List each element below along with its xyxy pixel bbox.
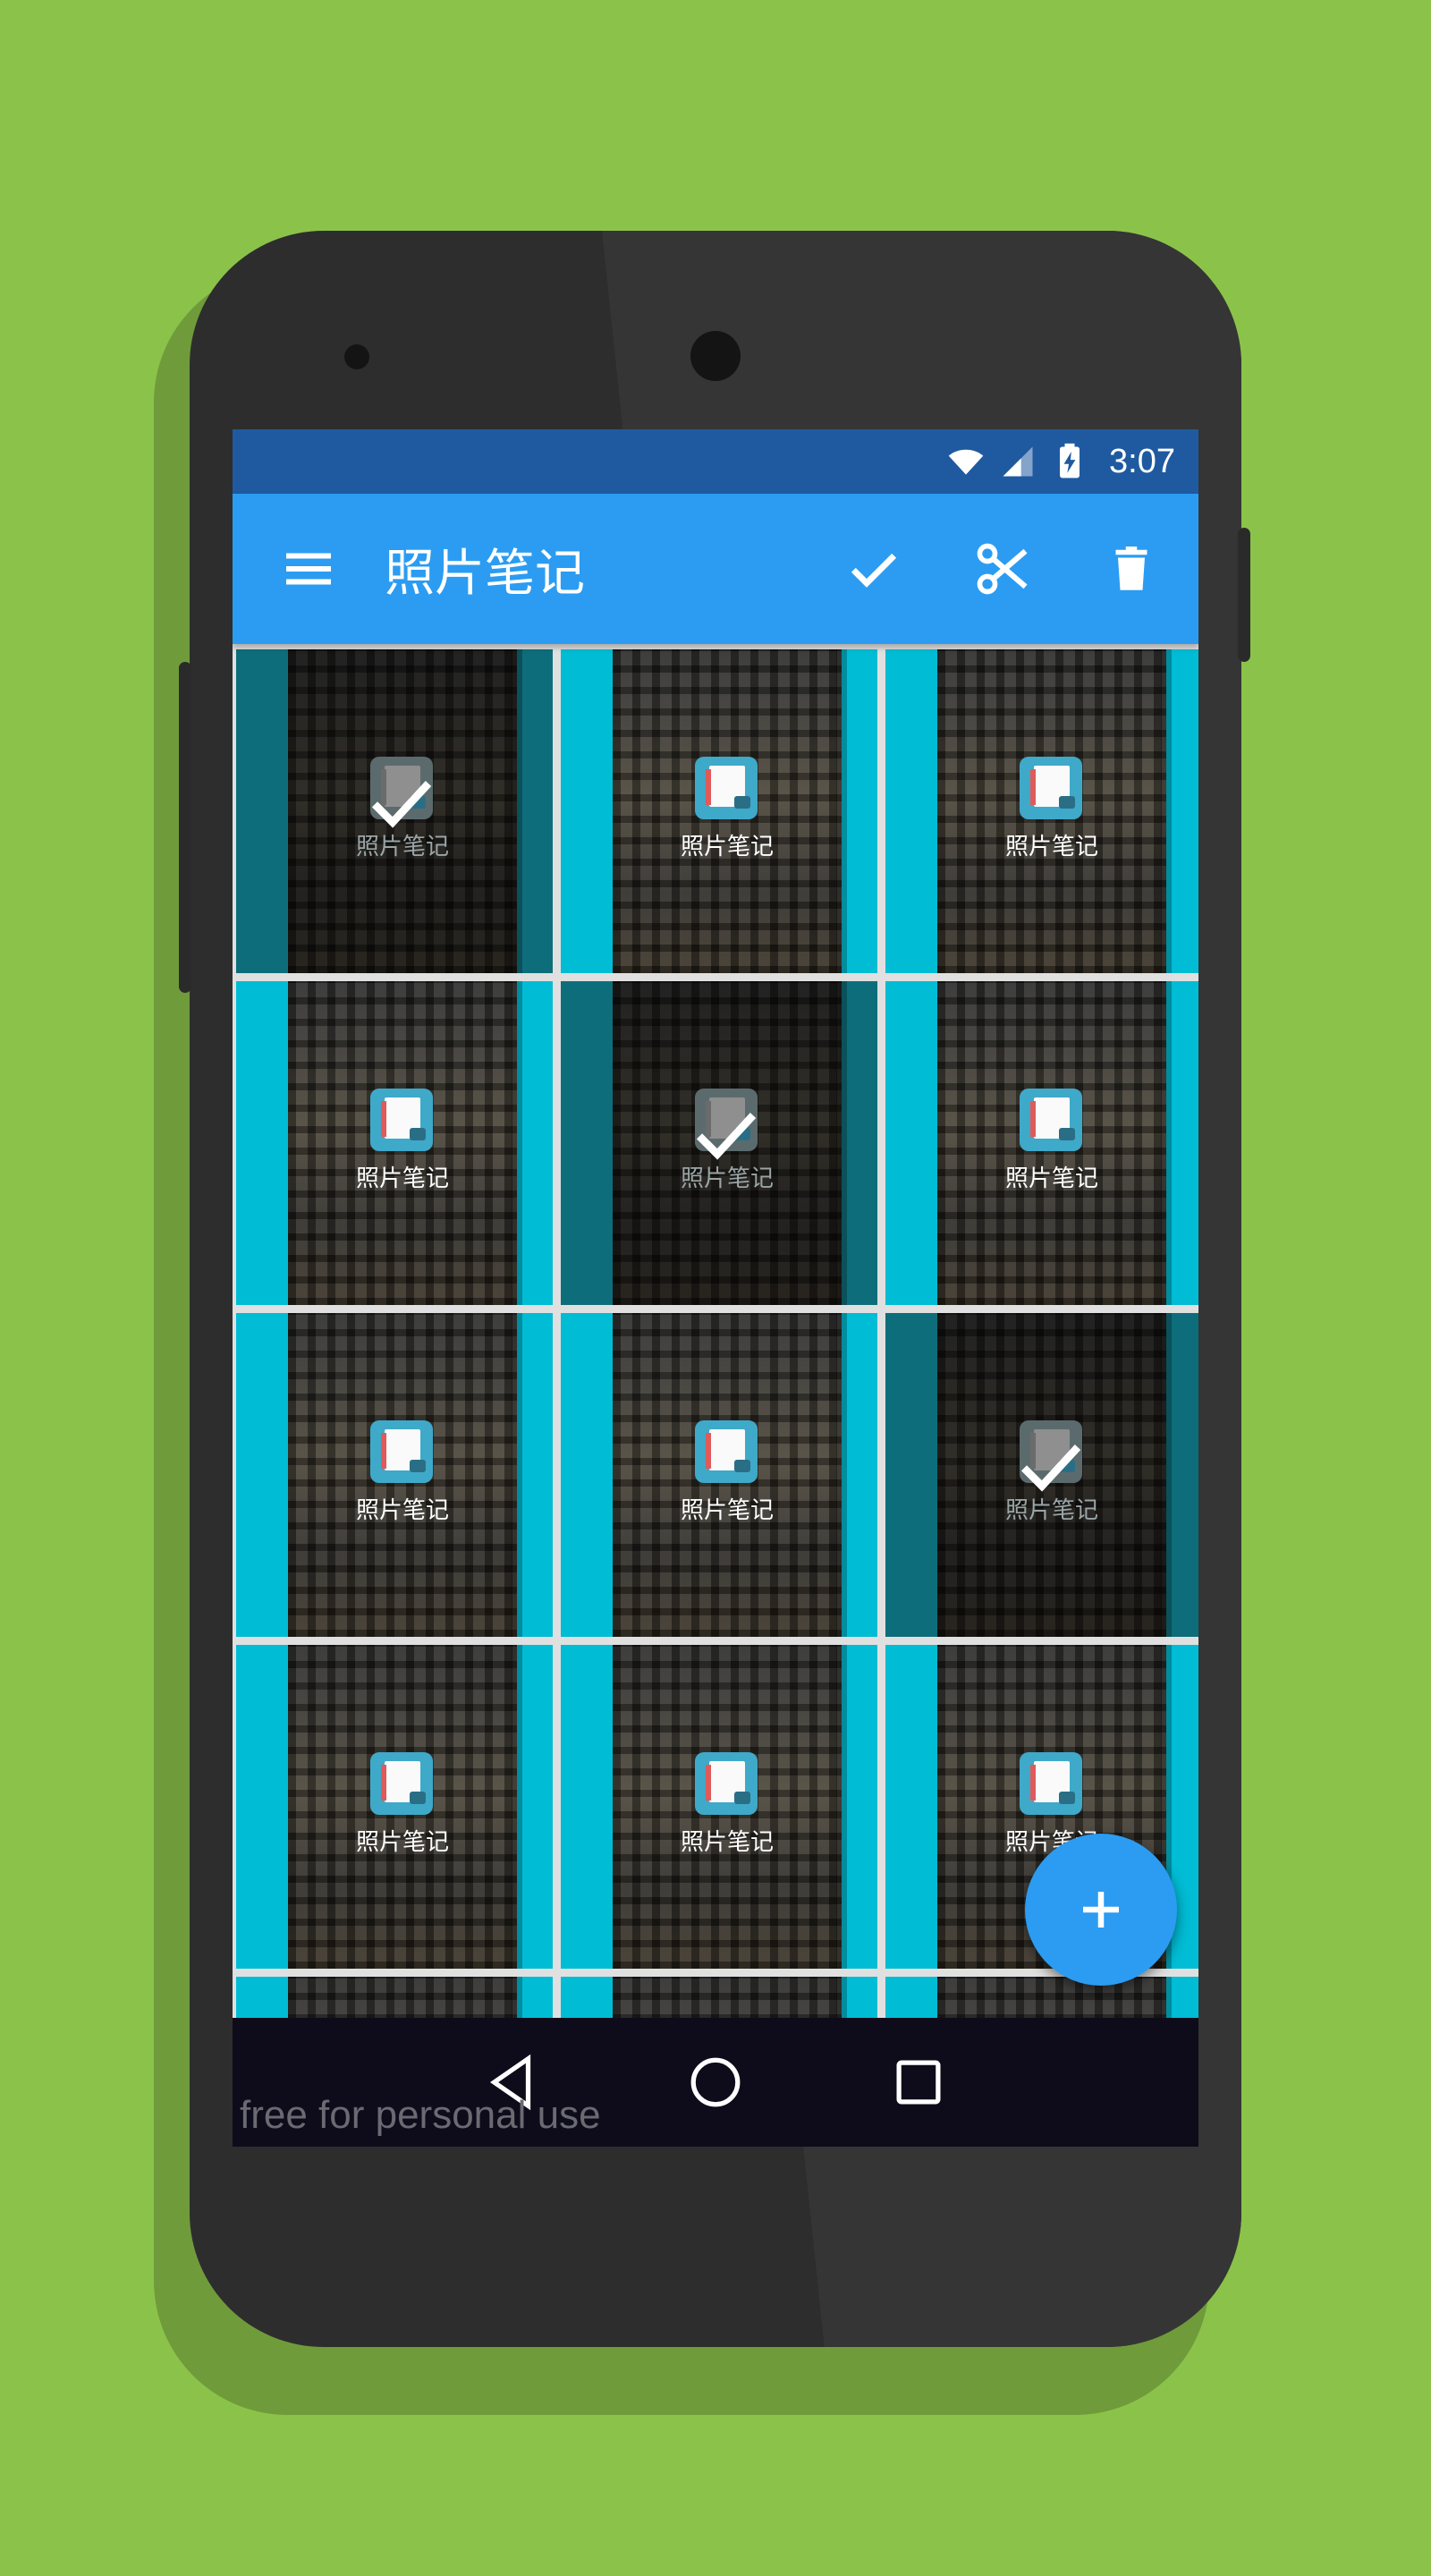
- cut-button[interactable]: [962, 529, 1043, 609]
- grid-item[interactable]: 照片笔记: [561, 649, 877, 973]
- thumbnail-edge: [836, 649, 847, 973]
- watermark-text: free for personal use: [240, 2093, 601, 2137]
- grid-item-label: 照片笔记: [1004, 1165, 1098, 1192]
- selected-check-icon: [371, 781, 432, 828]
- thumbnail-edge: [836, 981, 847, 1305]
- battery-charging-icon: [1060, 443, 1080, 479]
- grid-item-label: 照片笔记: [680, 1497, 774, 1524]
- status-bar: 3:07: [233, 429, 1198, 494]
- grid-item[interactable]: 照片笔记: [561, 1313, 877, 1637]
- note-app-icon: [1020, 1089, 1082, 1151]
- grid-item[interactable]: 照片笔记: [236, 981, 553, 1305]
- note-app-icon: [695, 757, 758, 819]
- power-button: [1238, 528, 1250, 662]
- check-icon: [851, 553, 897, 588]
- thumbnail-edge: [512, 649, 522, 973]
- thumbnail-edge: [512, 981, 522, 1305]
- note-app-icon: [1020, 1752, 1082, 1815]
- grid-item-label: 照片笔记: [355, 1497, 449, 1524]
- grid-item[interactable]: 照片笔记: [561, 981, 877, 1305]
- home-icon: [690, 2057, 741, 2107]
- note-app-icon: [1020, 757, 1082, 819]
- thumbnail-edge: [1161, 649, 1172, 973]
- phone-screen: 3:07 照片笔记 照片笔记 照片笔记 照片笔记 照片笔记 照片笔记 照片笔记 …: [233, 429, 1198, 2147]
- thumbnail-edge: [1161, 1313, 1172, 1637]
- grid-item[interactable]: 照片笔记: [561, 1645, 877, 1969]
- thumbnail-edge: [512, 1645, 522, 1969]
- grid-item[interactable]: 照片笔记: [236, 649, 553, 973]
- grid-item-label: 照片笔记: [680, 834, 774, 860]
- wifi-icon: [948, 449, 984, 475]
- grid-item-label: 照片笔记: [355, 1165, 449, 1192]
- note-app-icon: [695, 1752, 758, 1815]
- delete-button[interactable]: [1091, 529, 1172, 609]
- note-app-icon: [695, 1420, 758, 1483]
- grid-item[interactable]: 照片笔记: [885, 1313, 1198, 1637]
- plus-icon: [1083, 1892, 1119, 1928]
- selected-check-icon: [696, 1113, 757, 1160]
- app-toolbar: 照片笔记: [233, 494, 1198, 644]
- menu-icon: [286, 553, 331, 585]
- note-app-icon: [370, 1752, 433, 1815]
- toolbar-actions: [834, 529, 1172, 609]
- thumbnail-edge: [512, 1313, 522, 1637]
- recents-button[interactable]: [883, 2046, 954, 2118]
- note-app-icon: [370, 1089, 433, 1151]
- grid-item-label: 照片笔记: [1004, 834, 1098, 860]
- confirm-button[interactable]: [834, 529, 914, 609]
- proximity-sensor: [344, 344, 369, 369]
- front-camera: [690, 331, 741, 381]
- grid-item-label: 照片笔记: [680, 1829, 774, 1856]
- grid-item-label: 照片笔记: [355, 1829, 449, 1856]
- selected-check-icon: [1020, 1445, 1081, 1492]
- add-note-fab[interactable]: [1025, 1834, 1177, 1986]
- grid-item[interactable]: 照片笔记: [236, 1645, 553, 1969]
- status-time: 3:07: [1109, 442, 1175, 480]
- volume-button: [179, 662, 191, 993]
- home-button[interactable]: [680, 2046, 751, 2118]
- menu-button[interactable]: [268, 529, 349, 609]
- cell-signal-icon: [1003, 446, 1033, 477]
- thumbnail-edge: [836, 1313, 847, 1637]
- grid-item[interactable]: 照片笔记: [885, 981, 1198, 1305]
- thumbnail-edge: [836, 1645, 847, 1969]
- note-app-icon: [370, 1420, 433, 1483]
- grid-item[interactable]: 照片笔记: [236, 1313, 553, 1637]
- recents-icon: [896, 2060, 941, 2105]
- page-title: 照片笔记: [385, 544, 585, 603]
- scissors-icon: [977, 543, 1028, 595]
- thumbnail-edge: [1161, 981, 1172, 1305]
- grid-item[interactable]: 照片笔记: [885, 649, 1198, 973]
- trash-icon: [1115, 547, 1147, 590]
